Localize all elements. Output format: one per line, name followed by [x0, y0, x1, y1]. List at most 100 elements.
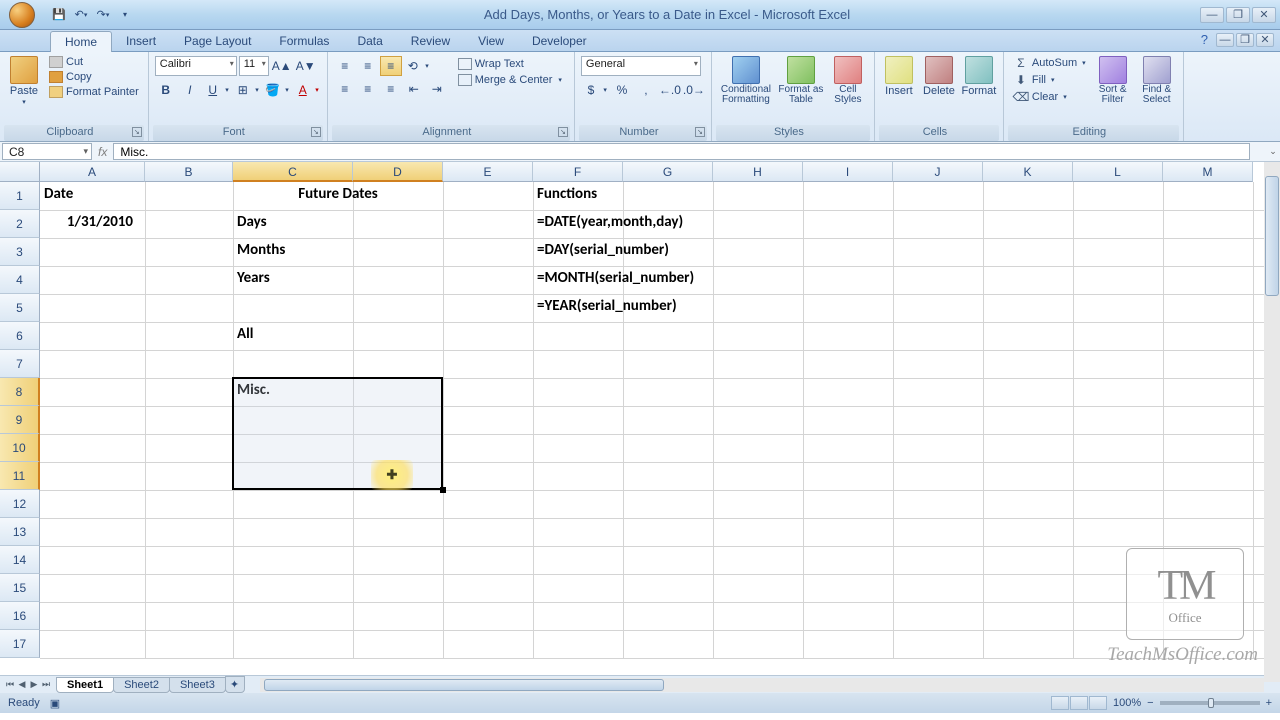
- zoom-out-button[interactable]: −: [1147, 697, 1153, 709]
- horizontal-scrollbar[interactable]: [260, 678, 1264, 692]
- decrease-indent-button[interactable]: ⇤: [403, 79, 425, 99]
- col-header-C[interactable]: C: [233, 162, 353, 182]
- cut-button[interactable]: Cut: [45, 55, 143, 69]
- font-color-button[interactable]: A: [293, 80, 321, 100]
- row-header-8[interactable]: 8: [0, 378, 40, 406]
- row-header-14[interactable]: 14: [0, 546, 40, 574]
- tab-review[interactable]: Review: [397, 31, 464, 51]
- col-header-I[interactable]: I: [803, 162, 893, 182]
- sheet-tab-1[interactable]: Sheet1: [56, 677, 114, 693]
- zoom-slider[interactable]: [1160, 701, 1260, 705]
- autosum-button[interactable]: ΣAutoSum▾: [1009, 55, 1090, 71]
- percent-button[interactable]: %: [611, 80, 633, 100]
- normal-view-button[interactable]: [1051, 696, 1069, 710]
- row-header-16[interactable]: 16: [0, 602, 40, 630]
- cell[interactable]: =DAY(serial_number): [533, 238, 673, 262]
- row-header-13[interactable]: 13: [0, 518, 40, 546]
- expand-formula-icon[interactable]: ⌄: [1266, 142, 1280, 161]
- italic-button[interactable]: I: [179, 80, 201, 100]
- row-header-1[interactable]: 1: [0, 182, 40, 210]
- tab-page-layout[interactable]: Page Layout: [170, 31, 265, 51]
- first-sheet-button[interactable]: ⏮: [4, 679, 16, 690]
- fx-icon[interactable]: fx: [98, 145, 107, 159]
- sheet-tab-2[interactable]: Sheet2: [113, 677, 170, 693]
- right-align-button[interactable]: ≡: [380, 79, 402, 99]
- row-header-3[interactable]: 3: [0, 238, 40, 266]
- format-cells-button[interactable]: Format: [959, 54, 999, 99]
- col-header-D[interactable]: D: [353, 162, 443, 182]
- tab-data[interactable]: Data: [343, 31, 396, 51]
- delete-cells-button[interactable]: Delete: [919, 54, 959, 99]
- undo-icon[interactable]: ↶▾: [72, 6, 90, 24]
- row-header-2[interactable]: 2: [0, 210, 40, 238]
- format-painter-button[interactable]: Format Painter: [45, 85, 143, 99]
- row-header-15[interactable]: 15: [0, 574, 40, 602]
- top-align-button[interactable]: ≡: [334, 56, 356, 76]
- row-header-7[interactable]: 7: [0, 350, 40, 378]
- row-header-17[interactable]: 17: [0, 630, 40, 658]
- cell[interactable]: All: [233, 322, 257, 346]
- next-sheet-button[interactable]: ▶: [28, 679, 40, 690]
- page-layout-view-button[interactable]: [1070, 696, 1088, 710]
- clear-button[interactable]: ⌫Clear▾: [1009, 89, 1090, 105]
- close-button[interactable]: ✕: [1252, 7, 1276, 23]
- cell[interactable]: =MONTH(serial_number): [533, 266, 698, 290]
- cell[interactable]: Months: [233, 238, 289, 262]
- doc-minimize-button[interactable]: —: [1216, 33, 1234, 47]
- cell[interactable]: Functions: [533, 182, 601, 206]
- redo-icon[interactable]: ↷▾: [94, 6, 112, 24]
- row-header-4[interactable]: 4: [0, 266, 40, 294]
- col-header-K[interactable]: K: [983, 162, 1073, 182]
- zoom-level[interactable]: 100%: [1113, 697, 1141, 709]
- sort-filter-button[interactable]: Sort & Filter: [1091, 54, 1135, 107]
- center-align-button[interactable]: ≡: [357, 79, 379, 99]
- font-launcher[interactable]: ↘: [311, 127, 321, 137]
- row-header-12[interactable]: 12: [0, 490, 40, 518]
- tab-home[interactable]: Home: [50, 31, 112, 52]
- save-icon[interactable]: 💾: [50, 6, 68, 24]
- minimize-button[interactable]: —: [1200, 7, 1224, 23]
- grow-font-button[interactable]: A▲: [271, 56, 293, 76]
- cell[interactable]: 1/31/2010: [40, 210, 137, 234]
- sheet-tab-3[interactable]: Sheet3: [169, 677, 226, 693]
- decrease-decimal-button[interactable]: .0→: [683, 80, 705, 100]
- col-header-L[interactable]: L: [1073, 162, 1163, 182]
- wrap-text-button[interactable]: Wrap Text: [452, 56, 568, 72]
- row-header-10[interactable]: 10: [0, 434, 40, 462]
- qat-more-icon[interactable]: ▾: [116, 6, 134, 24]
- tab-developer[interactable]: Developer: [518, 31, 601, 51]
- doc-close-button[interactable]: ✕: [1256, 33, 1274, 47]
- maximize-button[interactable]: ❐: [1226, 7, 1250, 23]
- shrink-font-button[interactable]: A▼: [295, 56, 317, 76]
- currency-button[interactable]: $: [581, 80, 609, 100]
- formula-bar[interactable]: Misc.: [113, 143, 1250, 160]
- help-icon[interactable]: ?: [1201, 32, 1208, 47]
- alignment-launcher[interactable]: ↘: [558, 127, 568, 137]
- row-header-5[interactable]: 5: [0, 294, 40, 322]
- number-format-combo[interactable]: General: [581, 56, 701, 76]
- doc-restore-button[interactable]: ❐: [1236, 33, 1254, 47]
- increase-indent-button[interactable]: ⇥: [426, 79, 448, 99]
- middle-align-button[interactable]: ≡: [357, 56, 379, 76]
- border-button[interactable]: ⊞: [233, 80, 261, 100]
- comma-button[interactable]: ,: [635, 80, 657, 100]
- font-name-combo[interactable]: Calibri: [155, 56, 237, 76]
- zoom-in-button[interactable]: +: [1266, 697, 1272, 709]
- cell[interactable]: =YEAR(serial_number): [533, 294, 681, 318]
- merge-center-button[interactable]: Merge & Center▾: [452, 72, 568, 88]
- row-header-11[interactable]: 11: [0, 462, 40, 490]
- col-header-E[interactable]: E: [443, 162, 533, 182]
- tab-view[interactable]: View: [464, 31, 518, 51]
- vertical-scrollbar[interactable]: [1264, 162, 1280, 682]
- cell-styles-button[interactable]: Cell Styles: [826, 54, 870, 107]
- cell[interactable]: =DATE(year,month,day): [533, 210, 687, 234]
- tab-formulas[interactable]: Formulas: [265, 31, 343, 51]
- col-header-M[interactable]: M: [1163, 162, 1253, 182]
- bold-button[interactable]: B: [155, 80, 177, 100]
- fill-color-button[interactable]: 🪣: [263, 80, 291, 100]
- col-header-H[interactable]: H: [713, 162, 803, 182]
- col-header-B[interactable]: B: [145, 162, 233, 182]
- name-box[interactable]: C8: [2, 143, 92, 160]
- macro-record-icon[interactable]: ▣: [50, 697, 60, 710]
- cell[interactable]: Date: [40, 182, 77, 206]
